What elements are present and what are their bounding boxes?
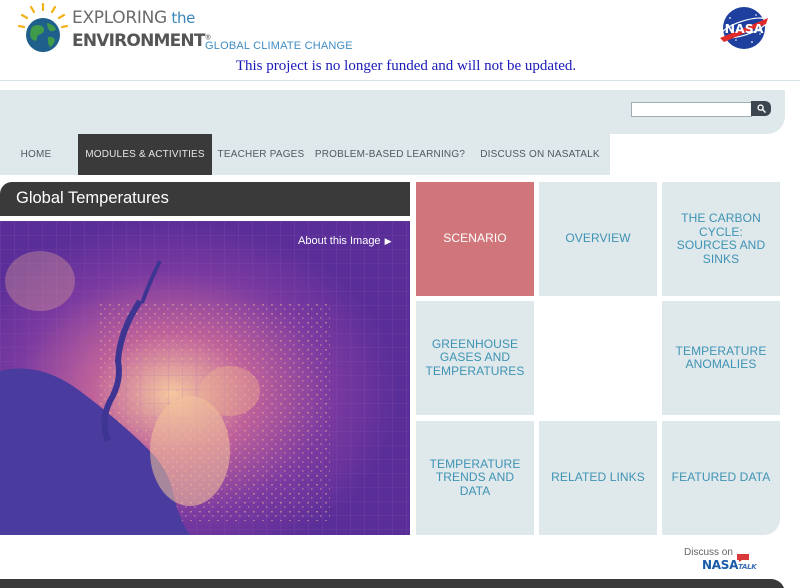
nav-item-modules-activities[interactable]: MODULES & ACTIVITIES xyxy=(78,134,212,175)
header-divider xyxy=(0,80,800,81)
nav-item-discuss-nasatalk[interactable]: DISCUSS ON NASATALK xyxy=(470,134,610,175)
main-nav: HOME MODULES & ACTIVITIES TEACHER PAGES … xyxy=(0,134,610,175)
nav-item-teacher-pages[interactable]: TEACHER PAGES xyxy=(212,134,310,175)
thermal-map-illustration xyxy=(0,221,410,535)
nasa-logo[interactable]: NASA xyxy=(716,4,772,52)
logo-environment-text: ENVIRONMENT xyxy=(72,31,205,51)
tile-carbon-cycle[interactable]: THE CARBON CYCLE: SOURCES AND SINKS xyxy=(662,182,780,296)
footer-bar xyxy=(0,579,785,588)
page-title: Global Temperatures xyxy=(0,182,410,216)
nasatalk-sub-text: TALK xyxy=(738,563,757,571)
speech-bubble-icon xyxy=(737,554,749,562)
tile-related-links[interactable]: RELATED LINKS xyxy=(539,421,657,535)
funding-notice: This project is no longer funded and wil… xyxy=(235,58,577,74)
tile-featured-data[interactable]: FEATURED DATA xyxy=(662,421,780,535)
logo-line1: EXPLORING the xyxy=(72,8,195,28)
svg-text:NASA: NASA xyxy=(725,21,764,36)
logo-line2: ENVIRONMENT® xyxy=(72,31,212,51)
discuss-label: Discuss on xyxy=(684,547,733,558)
tile-overview[interactable]: OVERVIEW xyxy=(539,182,657,296)
nasa-wordmark: NASA xyxy=(725,21,764,36)
play-arrow-icon: ▶ xyxy=(384,236,392,246)
search-icon xyxy=(756,104,766,113)
globe-sun-icon xyxy=(17,3,69,52)
tile-scenario[interactable]: SCENARIO xyxy=(416,182,534,296)
about-image-label: About this Image xyxy=(298,235,381,247)
search-button[interactable] xyxy=(751,101,771,116)
nav-item-problem-based-learning[interactable]: PROBLEM-BASED LEARNING? xyxy=(310,134,470,175)
tile-temperature-trends[interactable]: TEMPERATURE TRENDS AND DATA xyxy=(416,421,534,535)
logo-exploring-text: EXPLORING xyxy=(72,8,167,28)
logo-subtitle: GLOBAL CLIMATE CHANGE xyxy=(205,40,353,52)
satellite-temperature-image xyxy=(0,221,410,535)
logo-the-text: the xyxy=(166,9,196,27)
about-image-link[interactable]: About this Image ▶ xyxy=(298,235,391,247)
tile-temperature-anomalies[interactable]: TEMPERATURE ANOMALIES xyxy=(662,301,780,415)
nasatalk-main-text: NASA xyxy=(702,558,739,572)
search-input[interactable] xyxy=(631,102,752,117)
site-logo[interactable]: EXPLORING the ENVIRONMENT® GLOBAL CLIMAT… xyxy=(17,3,353,55)
nav-item-home[interactable]: HOME xyxy=(0,134,72,175)
tile-greenhouse-gases[interactable]: GREENHOUSE GASES AND TEMPERATURES xyxy=(416,301,534,415)
